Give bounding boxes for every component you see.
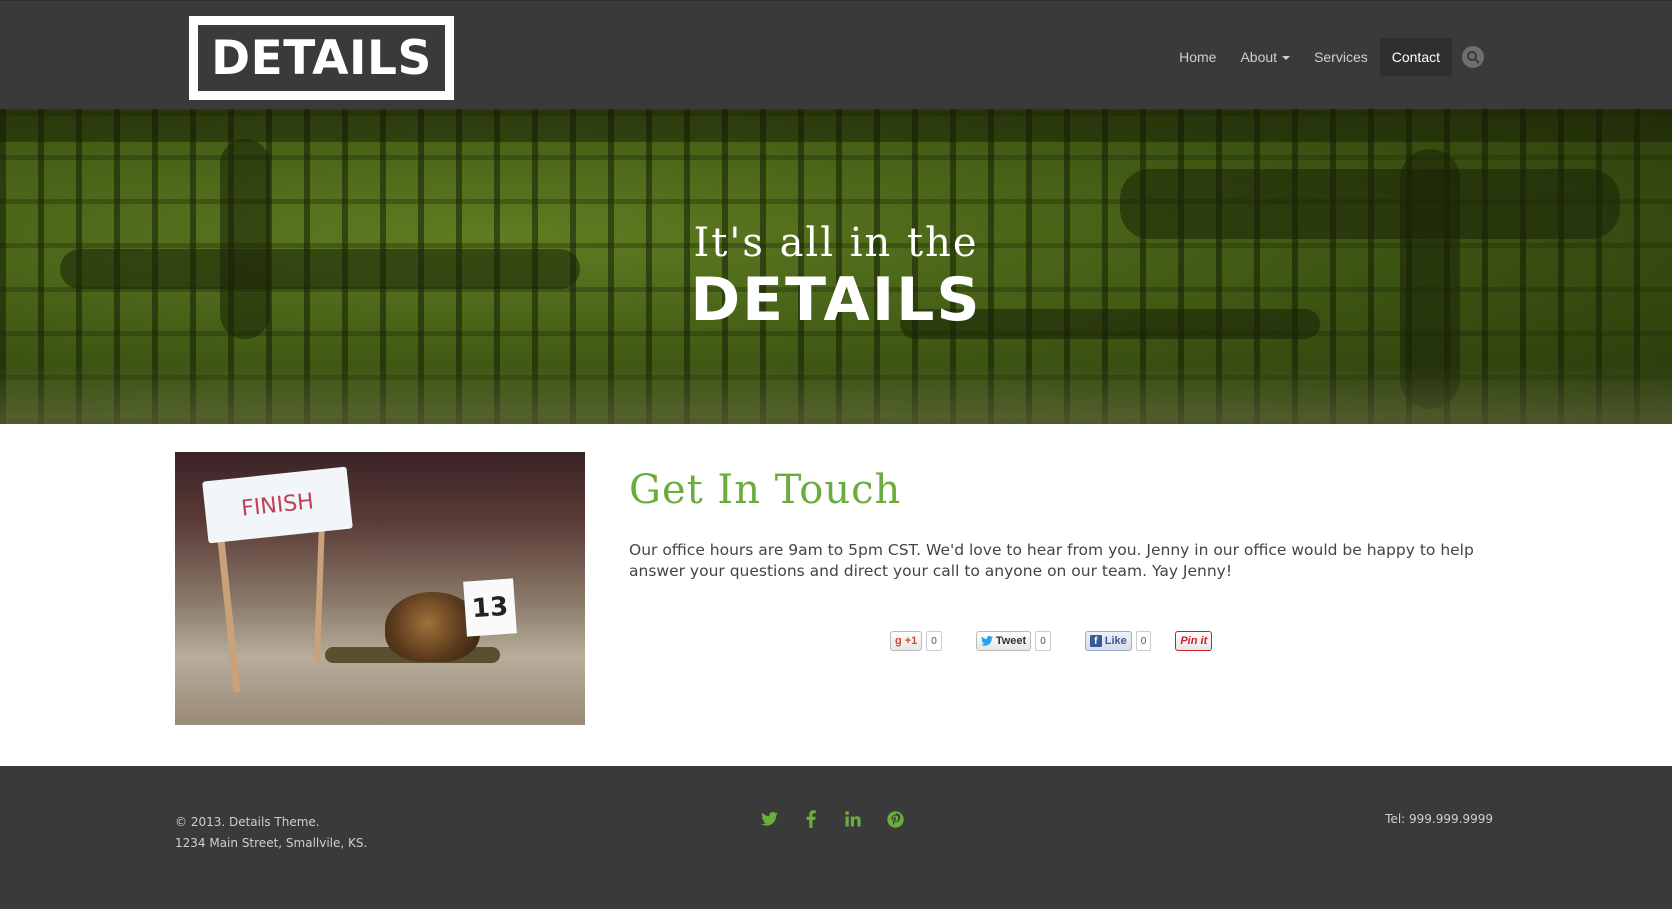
nav-item-about[interactable]: About <box>1228 38 1302 76</box>
chevron-down-icon <box>1282 56 1291 61</box>
footer-address: 1234 Main Street, Smallvile, KS. <box>175 836 368 850</box>
twitter-icon <box>980 636 993 646</box>
tweet-count: 0 <box>1035 631 1051 651</box>
snail-photo: FINISH 13 <box>175 452 585 725</box>
like-label: Like <box>1104 635 1127 647</box>
nav-item-contact[interactable]: Contact <box>1379 38 1452 76</box>
pin-it-button[interactable]: Pin it <box>1175 631 1213 651</box>
facebook-share: f Like 0 <box>1084 631 1152 651</box>
site-footer: © 2013. Details Theme. 1234 Main Street,… <box>0 766 1672 909</box>
tweet-button[interactable]: Tweet <box>975 631 1032 651</box>
gplus-share: g +1 0 <box>890 631 942 651</box>
nav-item-about-label: About <box>1240 49 1278 65</box>
search-icon <box>1467 51 1480 64</box>
pinterest-icon[interactable] <box>886 810 904 828</box>
logo-text: DETAILS <box>211 30 432 86</box>
contact-description: Our office hours are 9am to 5pm CST. We'… <box>629 541 1474 580</box>
hero-tagline: It's all in the <box>693 220 979 266</box>
tag-text: 13 <box>470 591 510 624</box>
main-nav: Home About Services Contact <box>1167 38 1484 76</box>
flag-text: FINISH <box>240 488 315 522</box>
hero-headline: DETAILS <box>690 265 982 335</box>
social-share-bar: g +1 0 Tweet 0 f Like 0 Pin it <box>890 631 1213 651</box>
facebook-icon: f <box>1089 635 1102 647</box>
hero-top-band <box>0 109 1672 142</box>
footer-copyright: © 2013. Details Theme. <box>175 815 320 829</box>
like-button[interactable]: f Like <box>1084 631 1132 651</box>
nav-item-home[interactable]: Home <box>1167 38 1228 76</box>
hero-banner: It's all in the DETAILS <box>0 109 1672 424</box>
hero-bottom-fade <box>0 364 1672 424</box>
logo-inner: DETAILS <box>198 25 445 91</box>
linkedin-icon[interactable] <box>844 810 862 828</box>
tweet-share: Tweet 0 <box>975 631 1051 651</box>
facebook-icon[interactable] <box>802 810 820 828</box>
contact-content: Get In Touch Our office hours are 9am to… <box>629 464 1499 582</box>
like-count: 0 <box>1135 631 1152 651</box>
twitter-icon[interactable] <box>760 810 778 828</box>
nav-item-services[interactable]: Services <box>1302 38 1380 76</box>
gplus-icon: g <box>895 635 902 647</box>
hero-title: It's all in the DETAILS <box>0 219 1672 333</box>
footer-phone: Tel: 999.999.9999 <box>1385 812 1493 826</box>
footer-info: © 2013. Details Theme. 1234 Main Street,… <box>175 812 367 854</box>
page-title: Get In Touch <box>629 467 902 513</box>
site-header: DETAILS Home About Services Contact <box>0 0 1672 109</box>
site-logo[interactable]: DETAILS <box>189 16 454 100</box>
pinterest-share: Pin it <box>1175 631 1213 651</box>
contact-section: FINISH 13 Get In Touch Our office hours … <box>0 424 1672 766</box>
footer-social-icons <box>760 810 904 828</box>
gplus-button[interactable]: g +1 <box>890 631 923 651</box>
tweet-label: Tweet <box>995 635 1027 647</box>
search-button[interactable] <box>1462 46 1484 68</box>
number-tag: 13 <box>463 578 517 637</box>
gplus-count: 0 <box>926 631 942 651</box>
gplus-label: +1 <box>904 635 918 647</box>
finish-flag: FINISH <box>202 466 353 544</box>
